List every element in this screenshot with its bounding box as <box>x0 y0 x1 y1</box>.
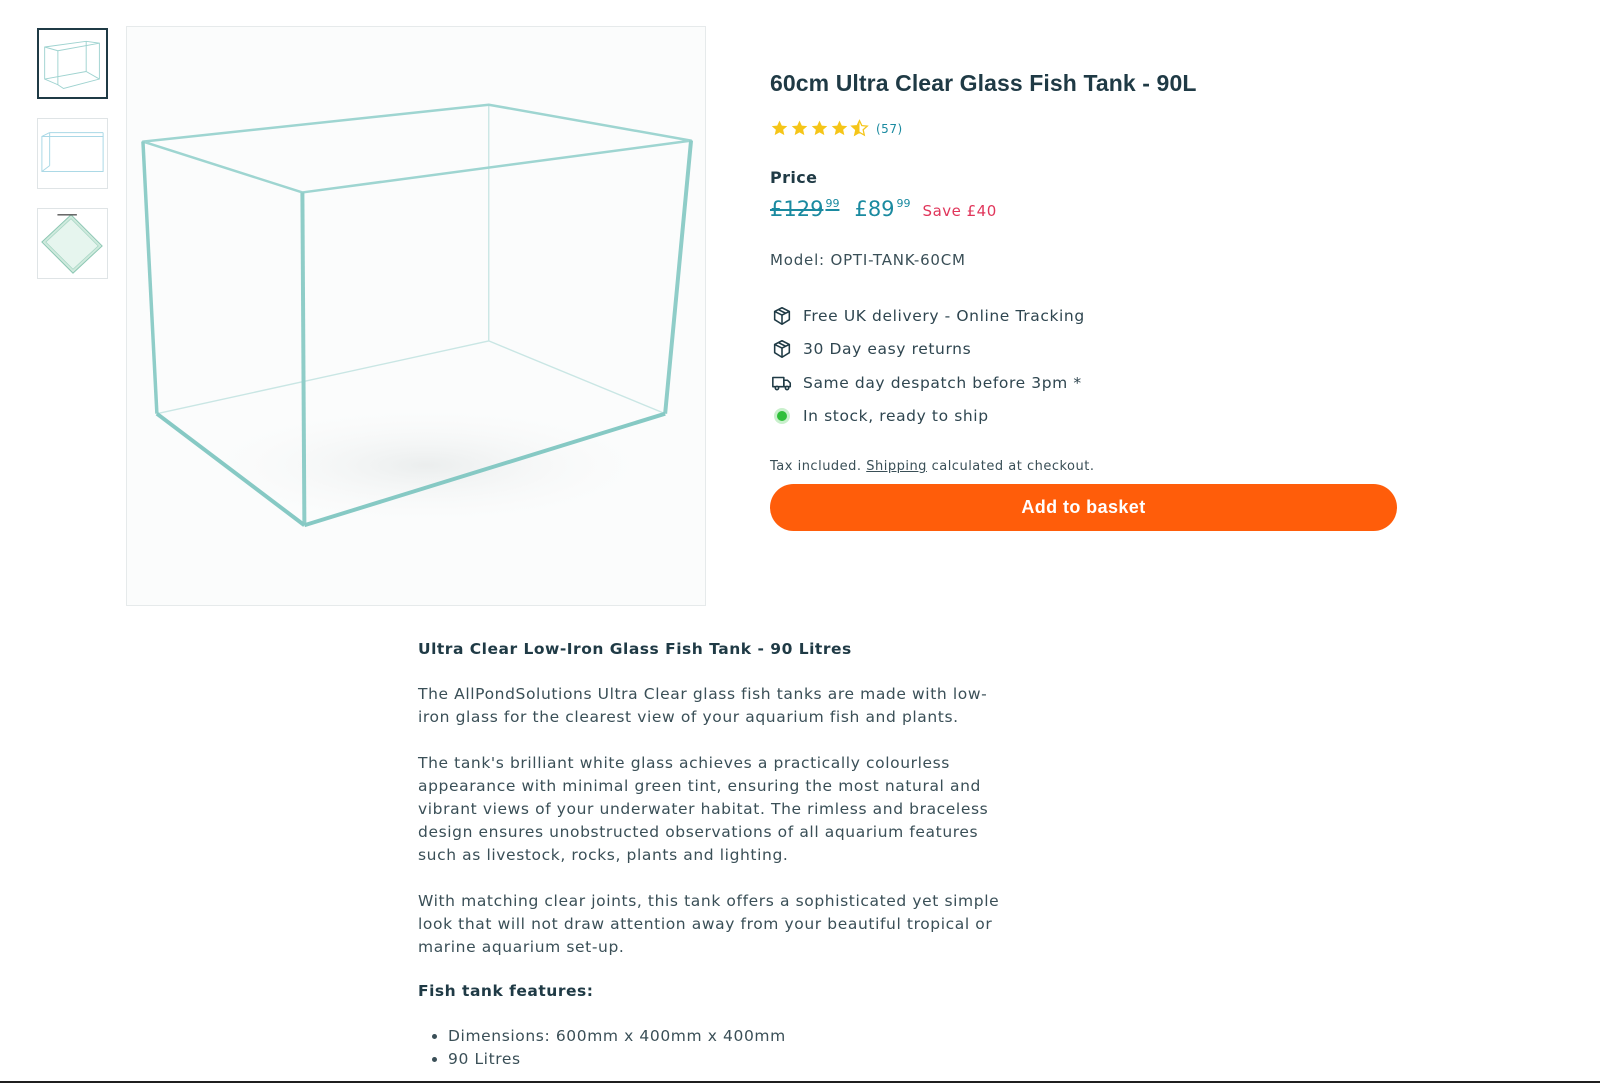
thumbnail-2[interactable] <box>37 118 108 189</box>
list-item: Dimensions: 600mm x 400mm x 400mm <box>448 1025 1018 1048</box>
feature-text: Free UK delivery - Online Tracking <box>803 306 1085 325</box>
save-amount: Save £40 <box>922 202 997 220</box>
price-row: £129 99 £89 99 Save £40 <box>770 197 1400 221</box>
rating-stars <box>770 119 869 138</box>
delivery-features: Free UK delivery - Online Tracking 30 Da… <box>770 299 1400 433</box>
feature-stock: In stock, ready to ship <box>770 400 1400 434</box>
description-paragraph: The tank's brilliant white glass achieve… <box>418 754 989 864</box>
glass-detail-thumbnail-image <box>41 214 103 274</box>
star-icon <box>791 120 808 136</box>
price-label: Price <box>770 168 818 187</box>
product-title: 60cm Ultra Clear Glass Fish Tank - 90L <box>770 70 1197 96</box>
thumbnail-gallery <box>37 28 110 298</box>
old-price-pence: 99 <box>825 197 840 210</box>
glass-tank-illustration <box>141 103 696 536</box>
thumbnail-3[interactable] <box>37 208 108 279</box>
product-description: Ultra Clear Low-Iron Glass Fish Tank - 9… <box>418 640 1018 1071</box>
feature-despatch: Same day despatch before 3pm * <box>770 366 1400 400</box>
main-product-image[interactable] <box>126 26 706 606</box>
sale-price-pence: 99 <box>896 197 911 210</box>
old-price-main: £129 <box>770 197 824 221</box>
add-to-basket-button[interactable]: Add to basket <box>770 484 1397 531</box>
description-paragraph: The AllPondSolutions Ultra Clear glass f… <box>418 685 988 726</box>
truck-icon <box>770 371 794 395</box>
feature-text: 30 Day easy returns <box>803 340 972 359</box>
features-heading: Fish tank features: <box>418 982 594 1000</box>
list-item: 90 Litres <box>448 1048 1018 1071</box>
features-list: Dimensions: 600mm x 400mm x 400mm 90 Lit… <box>418 1025 1018 1071</box>
box-icon <box>770 337 794 361</box>
tax-prefix: Tax included. <box>770 459 862 474</box>
star-icon <box>771 120 788 136</box>
review-count[interactable]: (57) <box>876 122 903 136</box>
thumbnail-1[interactable] <box>37 28 108 99</box>
old-price: £129 99 <box>770 197 839 221</box>
sale-price: £89 99 <box>854 197 910 221</box>
star-icon <box>811 120 828 136</box>
tank-thumbnail-image <box>44 40 100 90</box>
product-page: 60cm Ultra Clear Glass Fish Tank - 90L (… <box>0 0 1600 1083</box>
green-dot-icon <box>770 404 794 428</box>
tax-note: Tax included. Shipping calculated at che… <box>770 459 1400 474</box>
shipping-link[interactable]: Shipping <box>866 459 927 474</box>
sale-price-main: £89 <box>854 197 895 221</box>
feature-text: Same day despatch before 3pm * <box>803 373 1082 392</box>
product-info: 60cm Ultra Clear Glass Fish Tank - 90L (… <box>770 70 1400 531</box>
half-star-icon <box>850 119 869 137</box>
feature-returns: 30 Day easy returns <box>770 333 1400 367</box>
tank-front-thumbnail-image <box>41 132 104 172</box>
star-icon <box>831 120 848 136</box>
box-icon <box>770 304 794 328</box>
product-rating[interactable]: (57) <box>770 119 1400 138</box>
tax-suffix: calculated at checkout. <box>931 459 1095 474</box>
feature-text: In stock, ready to ship <box>803 407 989 426</box>
feature-free-delivery: Free UK delivery - Online Tracking <box>770 299 1400 333</box>
description-heading: Ultra Clear Low-Iron Glass Fish Tank - 9… <box>418 640 852 658</box>
model-number: Model: OPTI-TANK-60CM <box>770 251 966 269</box>
description-paragraph: With matching clear joints, this tank of… <box>418 892 1000 956</box>
